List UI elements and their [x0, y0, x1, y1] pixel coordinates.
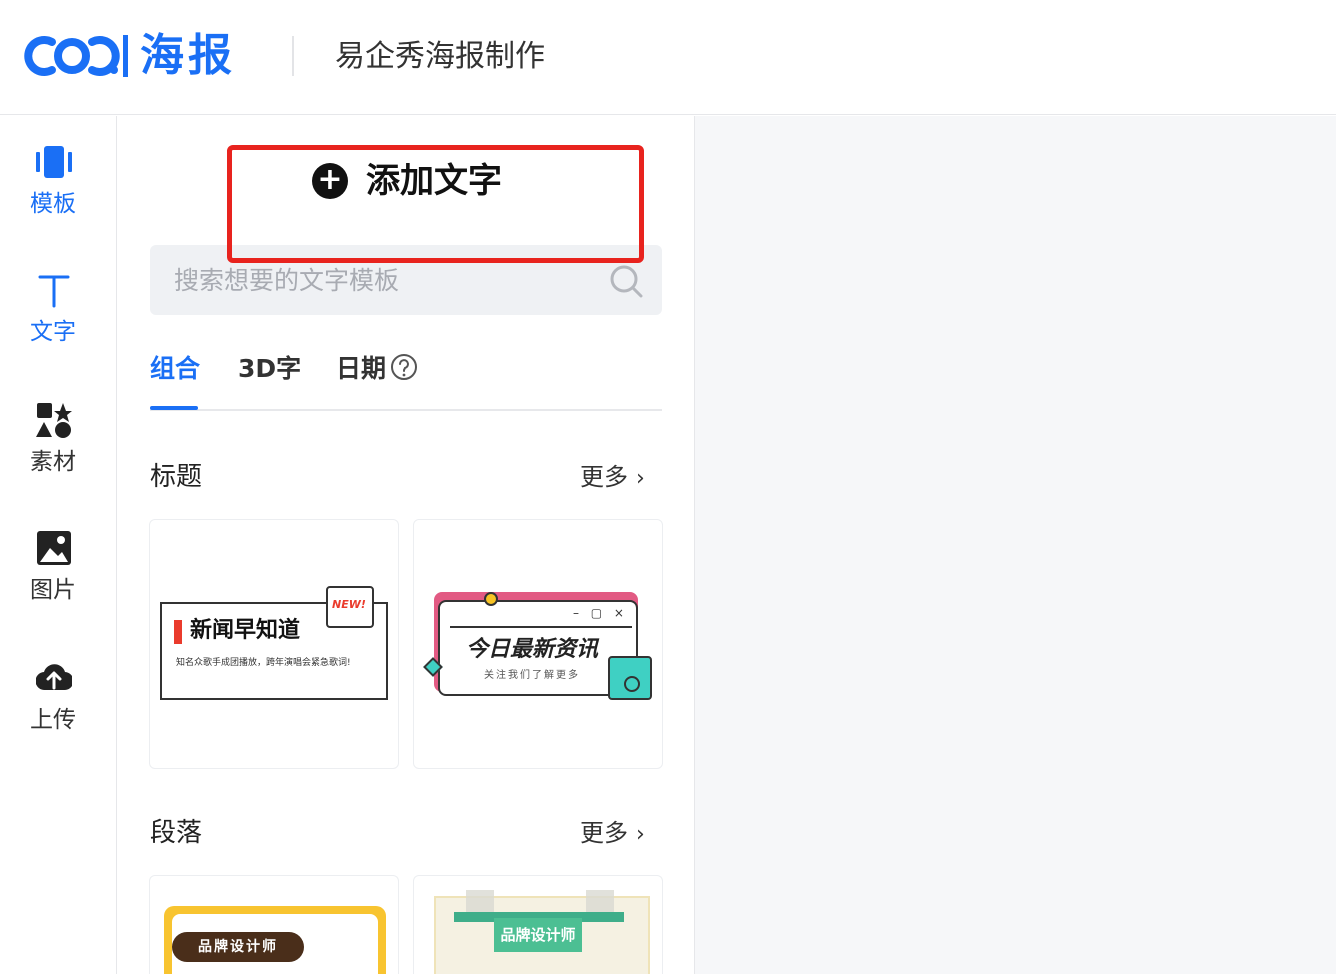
chevron-right-icon: ›	[636, 822, 645, 847]
sidebar-item-label: 文字	[30, 319, 76, 345]
sidebar-item-material[interactable]: 素材	[0, 402, 117, 502]
canvas-area[interactable]	[694, 116, 1336, 974]
add-text-label: 添加文字	[366, 161, 502, 201]
app-header: 海报 易企秀海报制作	[0, 0, 1336, 115]
sidebar-item-upload[interactable]: 上传	[0, 660, 117, 760]
left-sidebar: 模板 文字 素材 图片 上传	[0, 116, 117, 974]
template-card[interactable]: – ▢ × 今日最新资讯 关注我们了解更多	[413, 519, 663, 769]
template-icon	[36, 146, 72, 178]
search-icon[interactable]	[608, 263, 644, 299]
more-link-label: 更多	[580, 463, 628, 491]
add-text-button[interactable]: + 添加文字	[232, 150, 642, 260]
shapes-icon	[36, 403, 72, 438]
section-title-paragraph: 段落	[150, 818, 203, 848]
more-link-label: 更多	[580, 819, 628, 847]
page-title: 易企秀海报制作	[335, 39, 545, 74]
sidebar-item-image[interactable]: 图片	[0, 530, 117, 630]
plus-circle-icon: +	[312, 163, 348, 199]
sidebar-item-text[interactable]: 文字	[0, 272, 117, 372]
search-bar	[150, 245, 662, 315]
accent-bar	[174, 620, 182, 644]
card-subtitle: 知名众歌手成团播放，跨年演唱会紧急歌词!	[176, 658, 351, 668]
sidebar-item-label: 素材	[30, 449, 76, 475]
logo-mark-icon	[24, 36, 120, 76]
active-tab-indicator	[150, 406, 198, 410]
template-card[interactable]: 新闻早知道 知名众歌手成团播放，跨年演唱会紧急歌词! NEW!	[149, 519, 399, 769]
more-link-heading[interactable]: 更多 ›	[580, 460, 645, 496]
sidebar-item-label: 图片	[30, 577, 76, 603]
help-icon[interactable]	[390, 353, 418, 381]
logo-divider	[123, 35, 128, 77]
window-controls-icon: – ▢ ×	[572, 606, 628, 620]
dot-decoration	[484, 592, 498, 606]
header-divider	[292, 36, 294, 76]
logo-text: 海报	[140, 30, 236, 81]
template-card[interactable]: 品牌设计师	[413, 875, 663, 974]
section-title-heading: 标题	[150, 462, 203, 492]
card-title: 新闻早知道	[190, 618, 301, 643]
category-tabs: 组合 3D字 日期	[150, 345, 662, 411]
new-badge-label: NEW!	[332, 598, 366, 611]
tab-3d-text[interactable]: 3D字	[238, 353, 301, 385]
card-title: 品牌设计师	[172, 932, 304, 962]
search-input[interactable]	[174, 257, 594, 303]
sidebar-item-label: 模板	[30, 191, 76, 217]
text-icon	[38, 275, 70, 308]
tab-combo[interactable]: 组合	[150, 353, 200, 385]
app-logo[interactable]: 海报	[22, 30, 236, 82]
smiley-icon	[624, 676, 640, 692]
divider	[450, 626, 632, 628]
image-icon	[37, 531, 71, 565]
more-link-paragraph[interactable]: 更多 ›	[580, 816, 645, 852]
template-card[interactable]: 品牌设计师	[149, 875, 399, 974]
upload-icon	[36, 664, 72, 691]
card-title: 品牌设计师	[494, 918, 582, 952]
tab-date[interactable]: 日期	[336, 353, 386, 385]
card-subtitle: 关注我们了解更多	[484, 670, 580, 681]
sidebar-item-template[interactable]: 模板	[0, 144, 117, 244]
mini-window-icon	[608, 656, 652, 700]
sidebar-item-label: 上传	[30, 707, 76, 733]
new-badge: NEW!	[326, 586, 374, 628]
card-title: 今日最新资讯	[466, 637, 599, 662]
chevron-right-icon: ›	[636, 466, 645, 491]
